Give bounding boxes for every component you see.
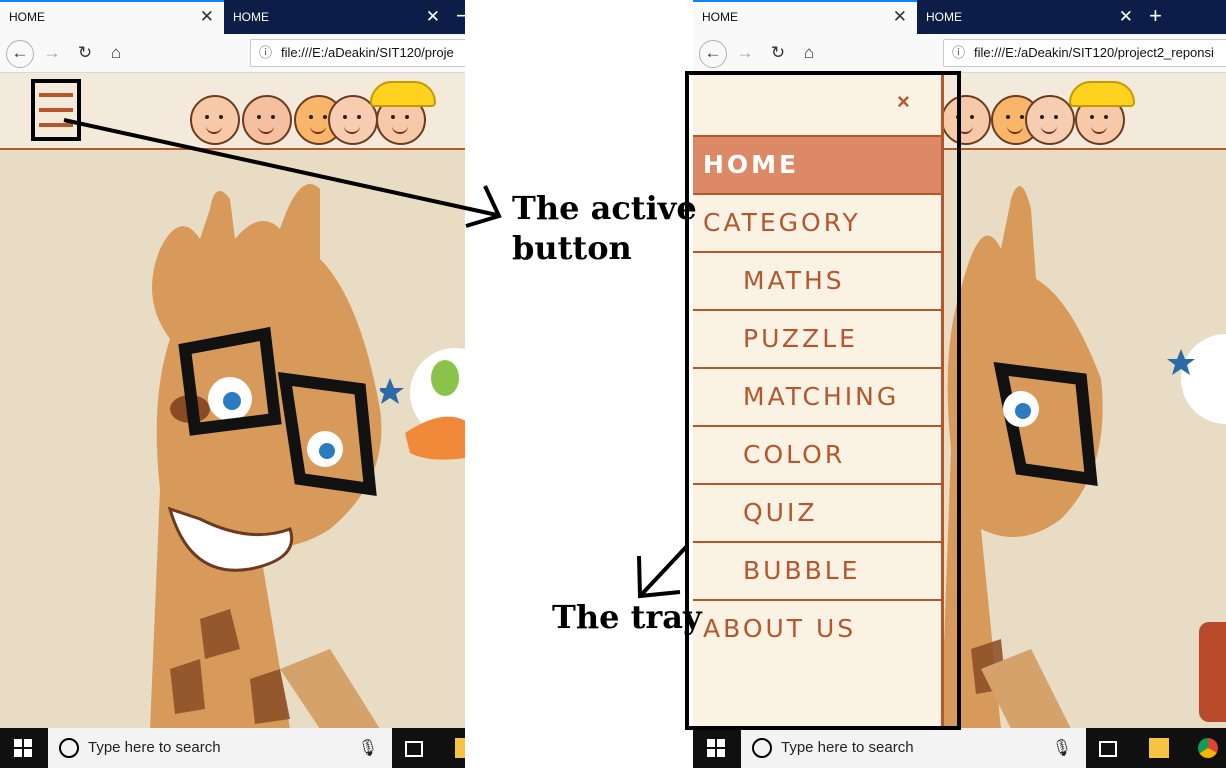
giraffe-illustration — [941, 186, 1226, 728]
tab-home[interactable]: HOME ✕ — [224, 0, 450, 34]
close-tab-icon[interactable]: ✕ — [426, 0, 440, 34]
menu-bar-icon — [39, 93, 73, 97]
page-header — [0, 73, 465, 150]
url-text: file:///E:/aDeakin/SIT120/project2_repon… — [974, 45, 1214, 60]
reload-icon[interactable]: ↻ — [765, 40, 791, 66]
left-screenshot: HOME ✕ HOME ✕ − ← → ↻ ⌂ ⓘ file:///E:/aDe… — [0, 0, 465, 768]
tab-bar: HOME ✕ HOME ✕ + — [693, 0, 1226, 34]
kids-illustration — [190, 81, 450, 151]
tab-home-active[interactable]: HOME ✕ — [0, 0, 224, 34]
annotation-active-button: The active button — [512, 188, 697, 268]
taskbar-search-placeholder: Type here to search — [88, 739, 221, 756]
reload-icon[interactable]: ↻ — [72, 40, 98, 66]
file-explorer-icon[interactable] — [455, 738, 465, 758]
task-view-icon[interactable] — [405, 741, 423, 757]
tab-label: HOME — [233, 10, 269, 24]
forward-icon[interactable]: → — [732, 40, 758, 66]
new-tab-icon[interactable]: − — [456, 0, 465, 34]
microphone-icon[interactable]: 🎙 — [358, 738, 378, 758]
taskbar: Type here to search 🎙 — [693, 728, 1226, 768]
close-tab-icon[interactable]: ✕ — [893, 2, 907, 32]
home-icon[interactable]: ⌂ — [796, 40, 822, 66]
tab-label: HOME — [926, 10, 962, 24]
annotation-line: button — [512, 229, 632, 267]
url-text: file:///E:/aDeakin/SIT120/proje — [281, 45, 454, 60]
chrome-icon[interactable] — [1198, 738, 1218, 758]
forward-icon[interactable]: → — [39, 40, 65, 66]
cortana-icon — [59, 738, 79, 758]
menu-bar-icon — [39, 123, 73, 127]
home-icon[interactable]: ⌂ — [103, 40, 129, 66]
info-icon[interactable]: ⓘ — [952, 40, 965, 66]
tab-label: HOME — [9, 10, 45, 24]
file-explorer-icon[interactable] — [1149, 738, 1169, 758]
cortana-icon — [752, 738, 772, 758]
tray-highlight-box — [685, 71, 961, 730]
page-content — [0, 73, 465, 728]
back-icon[interactable]: ← — [699, 40, 727, 68]
floating-tab[interactable] — [1199, 622, 1226, 722]
tab-home-active[interactable]: HOME ✕ — [693, 0, 917, 34]
arrowhead-icon — [465, 185, 502, 228]
menu-toggle-button[interactable] — [31, 79, 81, 141]
url-bar[interactable]: ⓘ file:///E:/aDeakin/SIT120/proje — [250, 39, 465, 67]
tab-bar: HOME ✕ HOME ✕ − — [0, 0, 465, 34]
arrowhead-icon — [637, 555, 681, 599]
windows-start-icon[interactable] — [14, 739, 34, 757]
close-tab-icon[interactable]: ✕ — [200, 2, 214, 32]
taskbar-search[interactable]: Type here to search 🎙 — [48, 728, 392, 768]
annotation-line: The active — [512, 189, 697, 227]
back-icon[interactable]: ← — [6, 40, 34, 68]
close-tab-icon[interactable]: ✕ — [1119, 0, 1133, 34]
windows-start-icon[interactable] — [707, 739, 727, 757]
annotation-tray: The tray — [552, 598, 702, 636]
nav-bar: ← → ↻ ⌂ ⓘ file:///E:/aDeakin/SIT120/proj… — [0, 34, 465, 73]
ufo-illustration — [380, 348, 465, 460]
url-bar[interactable]: ⓘ file:///E:/aDeakin/SIT120/project2_rep… — [943, 39, 1226, 67]
info-icon[interactable]: ⓘ — [259, 40, 272, 66]
taskbar-search[interactable]: Type here to search 🎙 — [741, 728, 1086, 768]
tab-label: HOME — [702, 10, 738, 24]
new-tab-icon[interactable]: + — [1149, 0, 1162, 34]
taskbar-search-placeholder: Type here to search — [781, 739, 914, 756]
arrow-line — [640, 544, 689, 596]
menu-bar-icon — [39, 108, 73, 112]
tab-home[interactable]: HOME ✕ — [917, 0, 1143, 34]
microphone-icon[interactable]: 🎙 — [1052, 738, 1072, 758]
task-view-icon[interactable] — [1099, 741, 1117, 757]
kids-illustration — [941, 81, 1141, 151]
taskbar: Type here to search 🎙 — [0, 728, 465, 768]
nav-bar: ← → ↻ ⌂ ⓘ file:///E:/aDeakin/SIT120/proj… — [693, 34, 1226, 73]
